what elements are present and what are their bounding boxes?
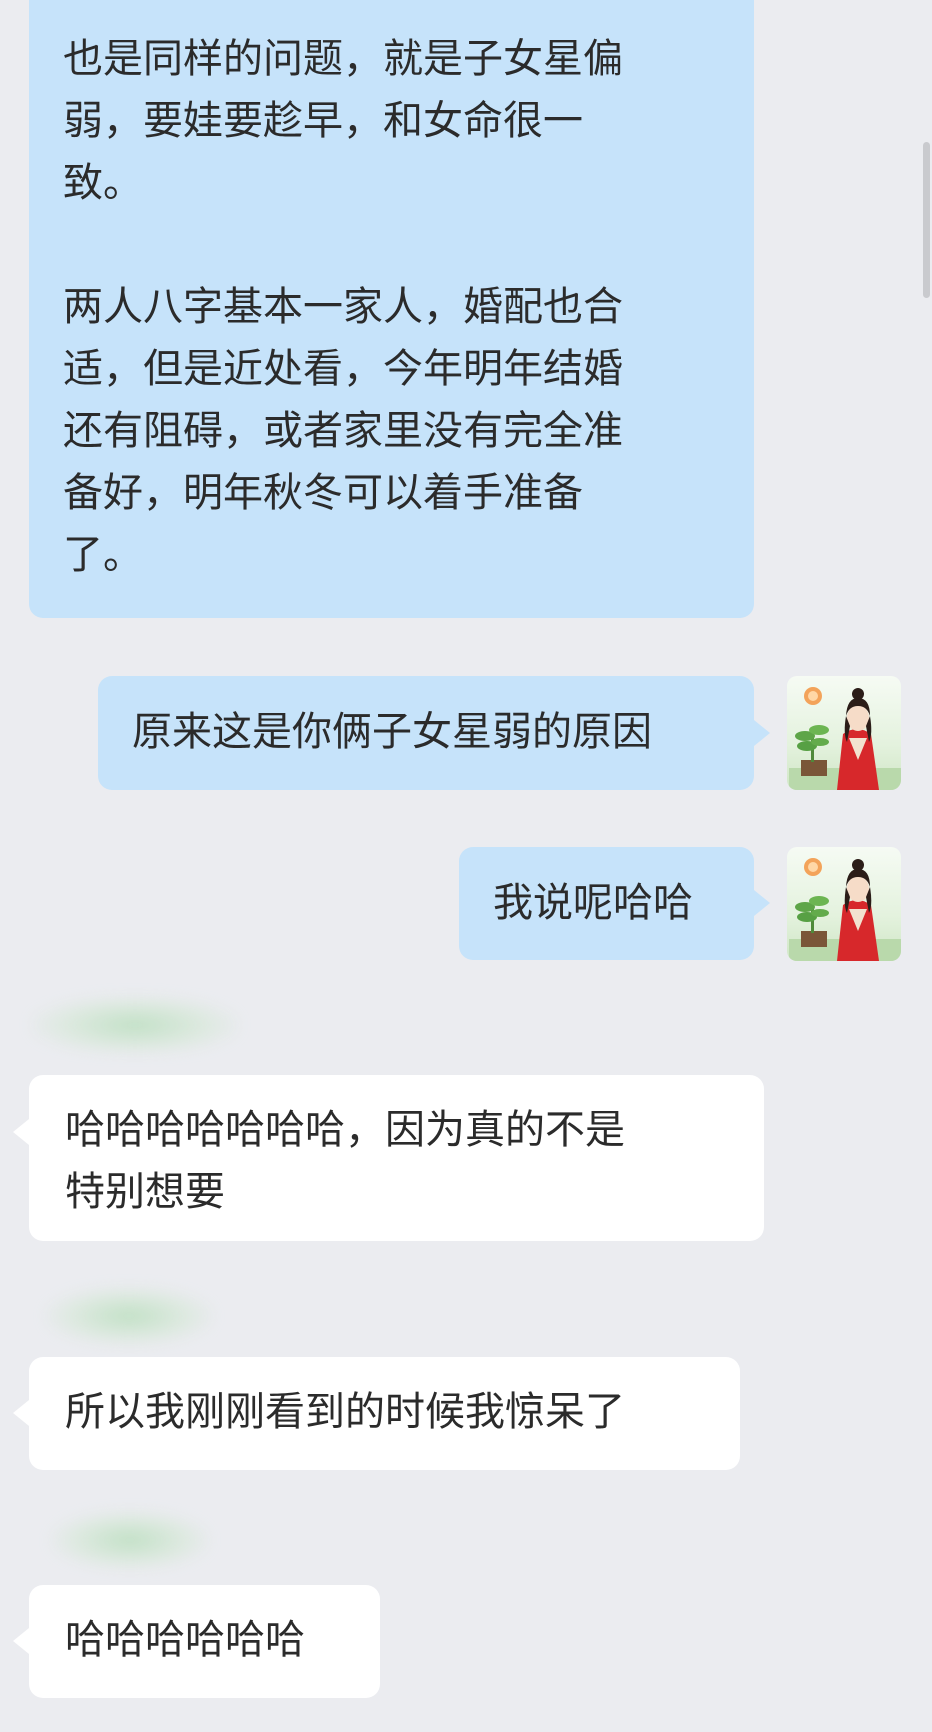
message-text: 原来这是你俩子女星弱的原因	[132, 709, 652, 755]
blurred-sender-name	[30, 995, 240, 1055]
message-bubble-received[interactable]: 所以我刚刚看到的时候我惊呆了	[29, 1357, 740, 1470]
user-avatar[interactable]	[787, 676, 901, 790]
message-text: 我说呢哈哈	[493, 880, 693, 926]
avatar-woman-in-red-hanfu-icon	[789, 858, 901, 961]
blurred-sender-name	[50, 1510, 210, 1570]
message-bubble-sent[interactable]: 原来这是你俩子女星弱的原因	[98, 676, 754, 790]
bubble-tail	[754, 720, 770, 746]
scrollbar-thumb[interactable]	[923, 142, 930, 298]
message-text: 所以我刚刚看到的时候我惊呆了	[65, 1389, 625, 1435]
avatar-woman-in-red-hanfu-icon	[789, 687, 901, 790]
message-bubble-received[interactable]: 哈哈哈哈哈哈	[29, 1585, 380, 1698]
bubble-tail	[13, 1628, 29, 1654]
message-bubble-sent[interactable]: 也是同样的问题，就是子女星偏 弱，要娃要趁早，和女命很一 致。 两人八字基本一家…	[29, 0, 754, 618]
bubble-tail	[13, 1119, 29, 1145]
message-bubble-sent[interactable]: 我说呢哈哈	[459, 847, 754, 960]
bubble-tail	[13, 1400, 29, 1426]
message-text: 哈哈哈哈哈哈	[65, 1617, 305, 1663]
message-text: 也是同样的问题，就是子女星偏 弱，要娃要趁早，和女命很一 致。 两人八字基本一家…	[63, 36, 623, 578]
message-text: 哈哈哈哈哈哈哈，因为真的不是 特别想要	[65, 1107, 625, 1215]
bubble-tail	[754, 890, 770, 916]
user-avatar[interactable]	[787, 847, 901, 961]
blurred-sender-name	[44, 1286, 214, 1346]
message-bubble-received[interactable]: 哈哈哈哈哈哈哈，因为真的不是 特别想要	[29, 1075, 764, 1241]
